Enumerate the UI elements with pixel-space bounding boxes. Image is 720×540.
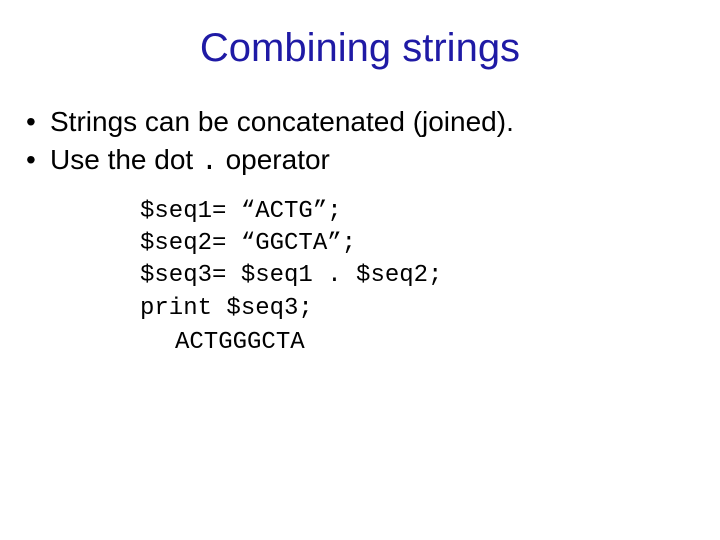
bullet-list: Strings can be concatenated (joined). Us… bbox=[26, 103, 700, 182]
bullet-item: Use the dot . operator bbox=[26, 141, 700, 182]
code-output: ACTGGGCTA bbox=[175, 327, 700, 359]
bullet-text: Strings can be concatenated (joined). bbox=[50, 106, 514, 137]
slide-title: Combining strings bbox=[20, 26, 700, 71]
code-line: $seq3= $seq1 . $seq2; bbox=[140, 262, 442, 289]
code-line: $seq1= “ACTG”; bbox=[140, 198, 342, 225]
bullet-text-prefix: Use the dot bbox=[50, 144, 201, 175]
code-line: print $seq3; bbox=[140, 295, 313, 322]
bullet-text-suffix: operator bbox=[218, 144, 330, 175]
bullet-item: Strings can be concatenated (joined). bbox=[26, 103, 700, 141]
slide: Combining strings Strings can be concate… bbox=[0, 0, 720, 540]
dot-operator: . bbox=[201, 147, 218, 178]
code-block: $seq1= “ACTG”; $seq2= “GGCTA”; $seq3= $s… bbox=[140, 196, 700, 326]
code-line: $seq2= “GGCTA”; bbox=[140, 230, 356, 257]
